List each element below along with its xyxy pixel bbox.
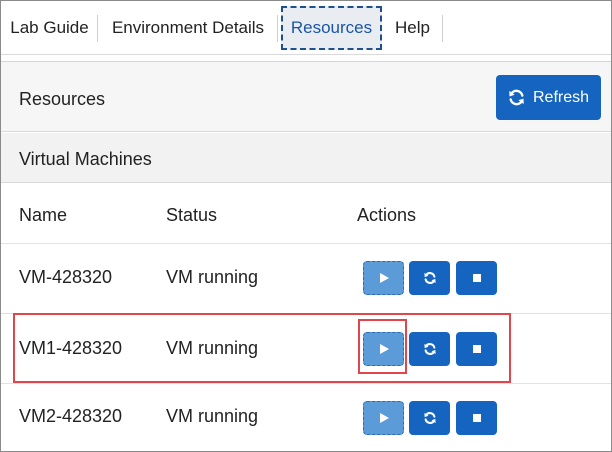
section-title: Virtual Machines	[19, 149, 152, 169]
tab-label: Help	[395, 18, 430, 37]
refresh-button[interactable]: Refresh	[496, 75, 601, 120]
lab-panel: Lab Guide Environment Details Resources …	[0, 0, 612, 452]
play-icon	[379, 413, 389, 423]
vm-name: VM-428320	[19, 267, 113, 287]
tab-environment-details[interactable]: Environment Details	[98, 1, 278, 55]
column-header-actions: Actions	[357, 205, 417, 225]
vm-status: VM running	[166, 406, 259, 426]
vm-name: VM2-428320	[19, 406, 123, 426]
tab-bar: Lab Guide Environment Details Resources …	[1, 1, 611, 55]
refresh-icon	[509, 89, 524, 106]
resources-content: Resources Refresh Virtual Machines Name …	[1, 61, 611, 451]
column-header-status: Status	[166, 205, 218, 225]
play-icon	[379, 273, 389, 283]
restart-icon	[423, 272, 436, 284]
tab-help[interactable]: Help	[382, 1, 443, 55]
start-vm-button[interactable]	[363, 261, 404, 295]
restart-vm-button[interactable]	[409, 261, 450, 295]
page-title: Resources	[19, 89, 106, 109]
vm-status: VM running	[166, 267, 259, 287]
tab-label: Resources	[290, 18, 373, 37]
restart-vm-button[interactable]	[409, 401, 450, 435]
stop-icon	[472, 414, 481, 422]
restart-icon	[423, 412, 436, 424]
stop-vm-button[interactable]	[456, 261, 497, 295]
tab-label: Environment Details	[111, 18, 265, 37]
resources-header: Resources Refresh	[1, 62, 611, 132]
play-button-highlight-box	[358, 319, 407, 374]
tab-label: Lab Guide	[10, 18, 89, 37]
virtual-machines-header: Virtual Machines	[1, 133, 611, 183]
column-header-name: Name	[19, 205, 68, 225]
stop-icon	[472, 274, 481, 282]
row-highlight-box	[13, 313, 511, 383]
table-row: VM2-428320 VM running	[1, 383, 611, 451]
tab-lab-guide[interactable]: Lab Guide	[1, 1, 98, 55]
stop-vm-button[interactable]	[456, 401, 497, 435]
start-vm-button[interactable]	[363, 401, 404, 435]
refresh-label: Refresh	[532, 88, 590, 106]
table-row: VM-428320 VM running	[1, 243, 611, 311]
tab-resources[interactable]: Resources	[281, 6, 382, 50]
